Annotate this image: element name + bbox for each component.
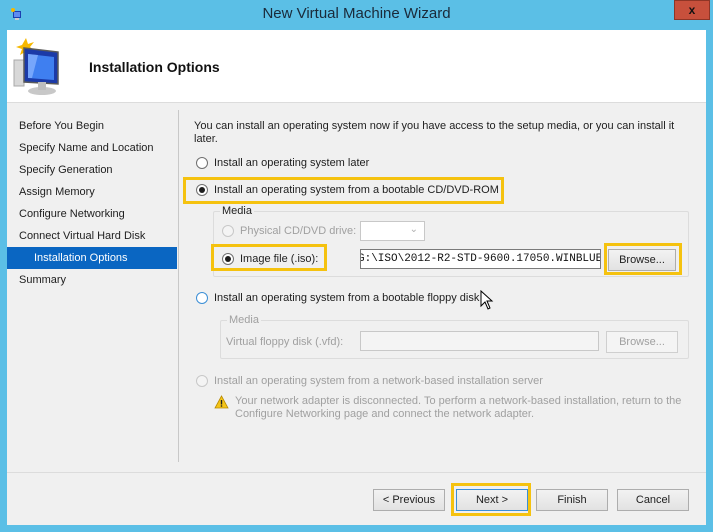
option-install-network-label: Install an operating system from a netwo…	[214, 375, 543, 387]
nav-item-specify-name-and-location[interactable]: Specify Name and Location	[7, 137, 177, 159]
cd-media-legend: Media	[220, 205, 254, 217]
close-button[interactable]: x	[674, 0, 710, 20]
window-title: New Virtual Machine Wizard	[262, 5, 451, 22]
option-install-later-label: Install an operating system later	[214, 157, 370, 169]
floppy-media-legend: Media	[227, 314, 261, 326]
network-warning-text: Your network adapter is disconnected. To…	[235, 395, 682, 420]
physical-drive-label: Physical CD/DVD drive:	[240, 225, 357, 237]
title-bar: New Virtual Machine Wizard x	[0, 0, 713, 30]
nav-item-installation-options[interactable]: Installation Options	[7, 247, 177, 269]
radio-install-network	[196, 375, 208, 387]
wizard-window: New Virtual Machine Wizard x Installatio…	[0, 0, 713, 532]
nav-item-configure-networking[interactable]: Configure Networking	[7, 203, 177, 225]
option-physical-drive: Physical CD/DVD drive:	[222, 225, 356, 237]
wizard-header: Installation Options	[7, 30, 706, 103]
image-file-path-input[interactable]: G:\ISO\2012-R2-STD-9600.17050.WINBLUE_RE…	[360, 249, 601, 269]
radio-install-later[interactable]	[196, 157, 208, 169]
radio-physical-drive	[222, 225, 234, 237]
vfd-label: Virtual floppy disk (.vfd):	[226, 336, 344, 348]
nav-divider	[178, 110, 179, 462]
option-install-network: Install an operating system from a netwo…	[196, 375, 543, 387]
finish-button[interactable]: Finish	[536, 489, 608, 511]
client-area: Installation Options Before You Begin Sp…	[7, 30, 706, 525]
image-file-label: Image file (.iso):	[240, 253, 319, 265]
nav-item-before-you-begin[interactable]: Before You Begin	[7, 115, 177, 137]
next-button[interactable]: Next >	[456, 489, 528, 511]
mouse-cursor-icon	[480, 290, 494, 310]
option-install-floppy[interactable]: Install an operating system from a boota…	[196, 292, 479, 304]
previous-button[interactable]: < Previous	[373, 489, 445, 511]
vfd-path-input	[360, 331, 599, 351]
page-title: Installation Options	[89, 59, 220, 75]
radio-image-file[interactable]	[222, 253, 234, 265]
cancel-button[interactable]: Cancel	[617, 489, 689, 511]
radio-install-cd-dvd[interactable]	[196, 184, 208, 196]
nav-item-connect-virtual-hard-disk[interactable]: Connect Virtual Hard Disk	[7, 225, 177, 247]
nav-item-assign-memory[interactable]: Assign Memory	[7, 181, 177, 203]
option-install-floppy-label: Install an operating system from a boota…	[214, 292, 480, 304]
option-install-cd-dvd[interactable]: Install an operating system from a boota…	[196, 184, 499, 196]
wizard-steps-nav: Before You Begin Specify Name and Locati…	[7, 115, 177, 291]
radio-install-floppy[interactable]	[196, 292, 208, 304]
virtual-machine-icon	[13, 38, 59, 95]
floppy-browse-button: Browse...	[606, 331, 678, 353]
option-install-later[interactable]: Install an operating system later	[196, 157, 369, 169]
option-image-file[interactable]: Image file (.iso):	[222, 253, 318, 265]
chevron-down-icon: ⌄	[409, 224, 418, 235]
warning-icon	[214, 395, 229, 409]
option-install-cd-dvd-label: Install an operating system from a boota…	[214, 184, 499, 196]
cd-browse-button[interactable]: Browse...	[608, 249, 676, 271]
physical-drive-dropdown: ⌄	[360, 221, 425, 241]
nav-item-summary[interactable]: Summary	[7, 269, 177, 291]
nav-item-specify-generation[interactable]: Specify Generation	[7, 159, 177, 181]
footer-separator	[7, 472, 706, 473]
intro-text: You can install an operating system now …	[194, 120, 675, 145]
